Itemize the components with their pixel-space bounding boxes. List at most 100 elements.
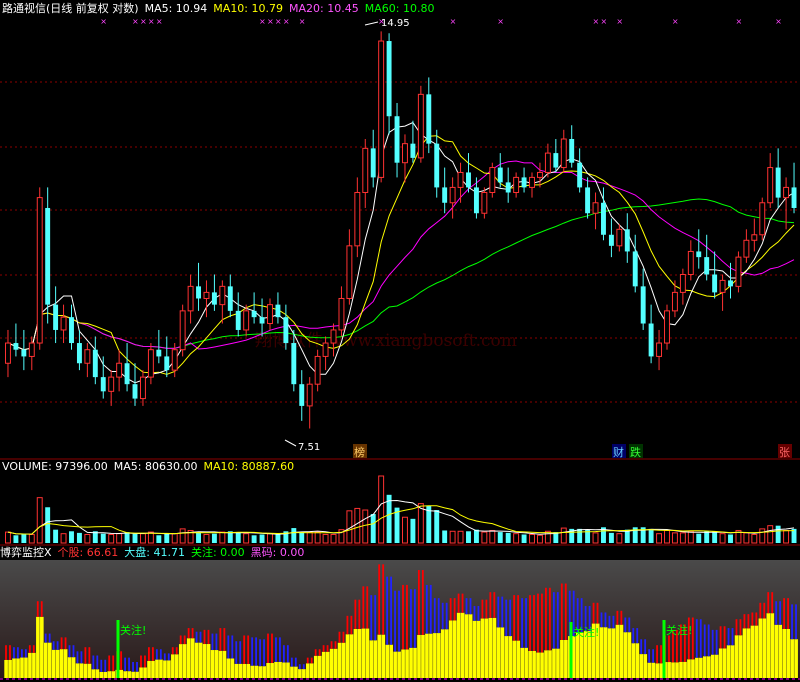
candle-body <box>219 285 226 306</box>
price-header: 路通视信(日线 前复权 对数) MA5: 10.94 MA10: 10.79 MA20… <box>2 2 440 16</box>
indicator-yellow-bar <box>91 669 96 678</box>
indicator-top-bar <box>275 637 277 662</box>
candle-body <box>354 191 361 247</box>
indicator-yellow-bar <box>623 632 628 678</box>
indicator-yellow-bar <box>405 649 409 678</box>
indicator-top-bar <box>513 595 516 641</box>
candle-body <box>28 342 35 357</box>
indicator-yellow-bar <box>250 665 255 678</box>
indicator-top-bar <box>660 645 662 664</box>
candle-body <box>211 292 217 305</box>
indicator-yellow-bar <box>548 650 552 678</box>
volume-bar <box>45 507 51 543</box>
indicator-yellow-bar <box>298 669 302 678</box>
indicator-top-bar <box>783 598 786 629</box>
indicator-yellow-bar <box>703 656 707 678</box>
indicator-top-bar <box>354 599 357 629</box>
indicator-top-bar <box>465 598 468 615</box>
ma60-line <box>7 198 795 351</box>
focus-tag-2: 关注! <box>573 625 599 639</box>
volume-bar <box>179 528 186 544</box>
indicator-top-bar <box>775 601 778 625</box>
indicator-top-bar <box>56 641 59 650</box>
volume-ma10-path <box>7 505 795 535</box>
indicator-top-bar <box>358 599 361 629</box>
top-marker: × <box>299 17 306 26</box>
volume-bar <box>132 533 138 543</box>
indicator-yellow-bar <box>258 666 262 678</box>
indicator-yellow-bar <box>294 666 298 678</box>
candle-body <box>719 279 726 293</box>
indicator-top-bar <box>612 615 615 629</box>
indicator-yellow-bar <box>425 633 429 678</box>
candle-body <box>417 93 424 159</box>
indicator-name: 博弈监控X <box>0 546 52 559</box>
candle-body <box>735 256 742 287</box>
candle-body <box>291 343 297 385</box>
indicator-top-bar <box>521 598 523 648</box>
indicator-yellow-bar <box>270 663 274 678</box>
volume-bar <box>21 534 27 543</box>
volume-bar <box>100 533 106 543</box>
volume-bar <box>449 530 456 544</box>
volume-bar <box>767 525 774 544</box>
indicator-yellow-bar <box>452 620 457 678</box>
volume-bar <box>743 532 750 544</box>
candle-body <box>69 317 74 344</box>
price-grid <box>0 81 800 403</box>
indicator-top-bar <box>195 631 198 643</box>
indicator-yellow-bar <box>758 618 763 678</box>
indicator-yellow-bar <box>639 654 644 678</box>
candle-body <box>640 286 646 324</box>
top-marker: × <box>593 17 600 26</box>
volume-bar <box>164 533 170 543</box>
candle-body <box>656 342 663 357</box>
indicator-yellow-bar <box>655 663 659 678</box>
indicator-top-bar <box>695 619 698 658</box>
indicator-top-bar <box>505 599 508 637</box>
indicator-top-bar <box>763 602 766 619</box>
ma5-readout: MA5: 10.94 <box>144 2 208 15</box>
indicator-yellow-bar <box>766 613 771 678</box>
candle-body <box>712 274 718 293</box>
indicator-top-bar <box>148 647 150 661</box>
indicator-yellow-bar <box>178 644 183 678</box>
indicator-yellow-bar <box>63 649 68 678</box>
candle-body <box>624 229 630 252</box>
candle-body <box>497 167 503 183</box>
indicator-yellow-bar <box>441 629 445 678</box>
indicator-yellow-bar <box>413 647 417 678</box>
indicator-top-bar <box>414 589 416 648</box>
volume-bar <box>505 532 511 543</box>
indicator-top-bar <box>727 628 730 646</box>
indicator-yellow-bar <box>794 639 798 678</box>
indicator-yellow-bar <box>575 632 580 678</box>
indicator-top-bar <box>668 635 670 663</box>
indicator-yellow-bar <box>714 654 719 678</box>
indicator-top-bar <box>425 584 428 634</box>
indicator-top-bar <box>283 645 285 663</box>
indicator-yellow-bar <box>782 628 787 678</box>
candle-body <box>442 187 448 203</box>
indicator-yellow-bar <box>699 657 703 678</box>
volume-bar <box>171 533 178 544</box>
volume-bar <box>36 497 43 544</box>
indicator-yellow-bar <box>393 651 397 678</box>
indicator-top-bar <box>243 635 246 664</box>
indicator-yellow-bar <box>552 648 556 678</box>
volume-bar <box>362 509 369 544</box>
indicator-yellow-bar <box>369 640 374 678</box>
indicator-yellow-bar <box>329 648 334 678</box>
candle-body <box>92 349 98 378</box>
indicator-yellow-bar <box>67 657 72 678</box>
volume-bar <box>259 534 265 543</box>
indicator-top-bar <box>711 629 714 655</box>
volume-bar <box>783 529 790 544</box>
indicator-top-bar <box>104 659 107 672</box>
indicator-top-bar <box>390 576 392 645</box>
top-marker: × <box>267 17 274 26</box>
indicator-top-bar <box>60 637 63 650</box>
indicator-top-bar <box>441 602 444 630</box>
indicator-yellow-bar <box>20 657 24 678</box>
volume-bar <box>648 528 654 543</box>
